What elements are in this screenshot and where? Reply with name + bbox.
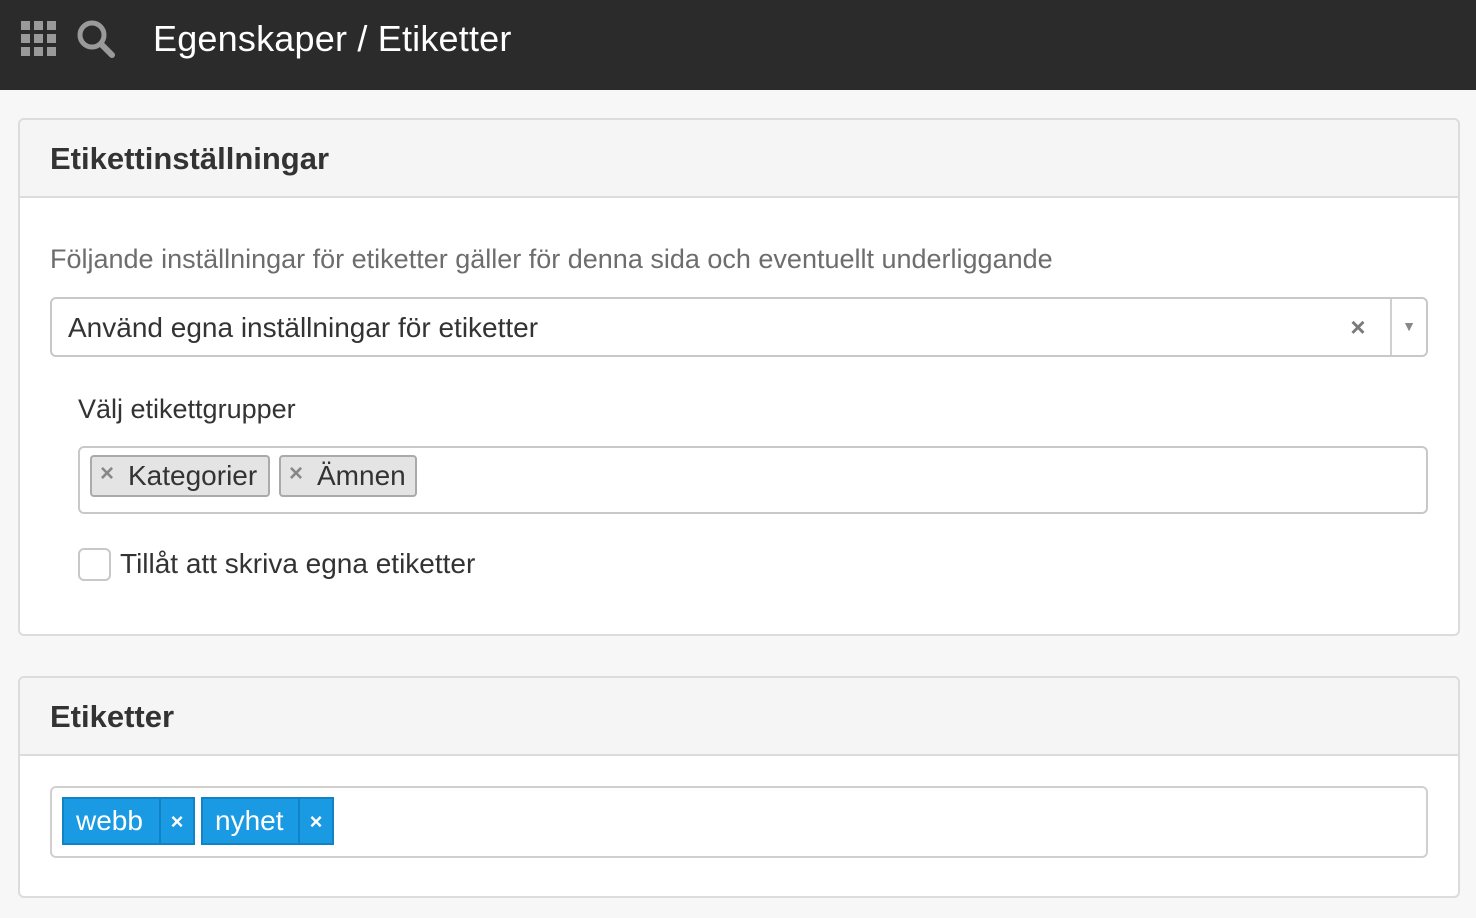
settings-mode-value: Använd egna inställningar för etiketter	[68, 312, 539, 343]
dropdown-arrow-icon[interactable]: ▼	[1392, 299, 1426, 355]
tags-heading: Etiketter	[20, 678, 1458, 756]
remove-chip-icon[interactable]: ×	[100, 455, 120, 493]
page-title: Egenskaper / Etiketter	[153, 18, 512, 59]
allow-custom-tags-checkbox[interactable]	[78, 548, 111, 581]
allow-custom-tags-label[interactable]: Tillåt att skriva egna etiketter	[120, 546, 475, 582]
tag-label: nyhet	[215, 805, 284, 836]
apps-grid-icon[interactable]	[21, 21, 57, 57]
settings-description: Följande inställningar för etiketter gäl…	[50, 244, 1053, 274]
tag-groups-label: Välj etikettgrupper	[78, 394, 296, 424]
chip-label: Ämnen	[317, 460, 406, 491]
tags-panel: Etiketter webb × nyhet ×	[18, 676, 1460, 898]
tag-groups-input[interactable]: × Kategorier × Ämnen	[78, 446, 1428, 514]
settings-mode-select[interactable]: Använd egna inställningar för etiketter …	[50, 297, 1428, 357]
tag-group-chip: × Kategorier	[90, 455, 270, 497]
tag-group-chip: × Ämnen	[279, 455, 417, 497]
top-bar: Egenskaper / Etiketter	[0, 0, 1476, 90]
remove-chip-icon[interactable]: ×	[289, 455, 309, 493]
tag-chip: webb ×	[62, 797, 195, 845]
clear-selection-icon[interactable]: ×	[1340, 299, 1376, 355]
tag-label: webb	[76, 805, 143, 836]
tag-settings-heading: Etikettinställningar	[20, 120, 1458, 198]
search-icon[interactable]	[76, 19, 116, 59]
tags-input[interactable]: webb × nyhet ×	[50, 786, 1428, 858]
chip-label: Kategorier	[128, 460, 258, 491]
tag-settings-panel: Etikettinställningar Följande inställnin…	[18, 118, 1460, 636]
tag-chip: nyhet ×	[201, 797, 334, 845]
remove-tag-icon[interactable]: ×	[159, 799, 193, 843]
remove-tag-icon[interactable]: ×	[298, 799, 332, 843]
